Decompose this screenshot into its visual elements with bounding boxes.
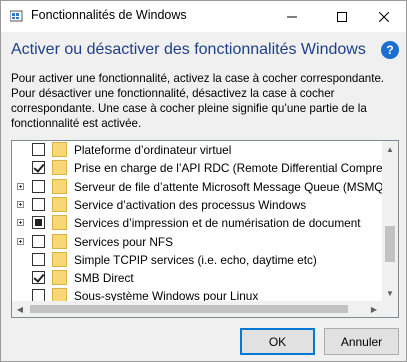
folder-icon [52,142,67,157]
scroll-down-arrow-icon[interactable]: ▼ [382,285,398,301]
folder-icon [52,178,67,194]
feature-label: Simple TCPIP services (i.e. echo, daytim… [74,252,317,267]
help-icon[interactable]: ? [381,41,399,59]
close-icon [379,11,389,22]
page-title: Activer ou désactiver des fonctionnalité… [11,41,366,58]
feature-checkbox[interactable] [32,179,45,193]
vertical-scrollbar[interactable]: ▲ ▼ [382,141,398,301]
folder-icon [52,288,67,301]
feature-row[interactable]: Plateforme d’ordinateur virtuel [12,141,382,159]
ok-button[interactable]: OK [240,328,315,355]
windows-features-icon [10,10,23,22]
minimize-icon [287,16,297,17]
scroll-left-arrow-icon[interactable]: ◀ [12,301,28,317]
feature-checkbox[interactable] [32,216,45,230]
feature-label: Services d’impression et de numérisation… [74,216,361,231]
folder-icon [52,196,67,212]
feature-label: Prise en charge de l’API RDC (Remote Dif… [74,161,382,176]
scroll-up-arrow-icon[interactable]: ▲ [382,141,398,157]
scrollbar-corner [382,301,398,317]
feature-row[interactable]: Prise en charge de l’API RDC (Remote Dif… [12,159,382,177]
feature-checkbox[interactable] [32,197,45,211]
feature-label: Service d’activation des processus Windo… [74,197,307,212]
horizontal-scroll-thumb[interactable] [30,305,348,313]
feature-label: Sous-système Windows pour Linux [74,289,259,301]
folder-icon [52,270,67,286]
maximize-icon [337,11,347,22]
feature-checkbox[interactable] [32,234,45,248]
folder-icon [52,251,67,267]
title-bar[interactable]: Fonctionnalités de Windows [1,1,406,32]
window-title: Fonctionnalités de Windows [31,8,187,22]
folder-icon [52,215,67,231]
dialog-window: Fonctionnalités de Windows Activer ou dé… [0,0,407,362]
horizontal-scrollbar[interactable]: ◀ ▶ [12,301,382,317]
maximize-button[interactable] [319,1,365,32]
feature-checkbox[interactable] [32,289,45,301]
feature-label: Plateforme d’ordinateur virtuel [74,143,232,157]
feature-label: SMB Direct [74,271,134,286]
scroll-right-arrow-icon[interactable]: ▶ [366,301,382,317]
expand-plus-icon[interactable] [17,200,24,208]
expand-plus-icon[interactable] [17,237,24,245]
expand-plus-icon[interactable] [17,219,24,227]
feature-row[interactable]: Service d’activation des processus Windo… [12,196,382,214]
feature-row[interactable]: Services d’impression et de numérisation… [12,214,382,232]
vertical-scroll-thumb[interactable] [385,226,395,262]
close-button[interactable] [361,1,407,32]
folder-icon [52,160,67,176]
feature-label: Serveur de file d’attente Microsoft Mess… [74,179,382,194]
feature-checkbox[interactable] [32,271,45,285]
folder-icon [52,233,67,249]
feature-checkbox[interactable] [32,161,45,175]
feature-row[interactable]: SMB Direct [12,269,382,287]
feature-checkbox[interactable] [32,252,45,266]
feature-label: Services pour NFS [74,234,173,249]
feature-row[interactable]: Simple TCPIP services (i.e. echo, daytim… [12,251,382,269]
feature-row[interactable]: Serveur de file d’attente Microsoft Mess… [12,178,382,196]
feature-row[interactable]: Services pour NFS [12,233,382,251]
minimize-button[interactable] [269,1,315,32]
description-text: Pour activer une fonctionnalité, activez… [11,72,385,130]
features-list: Plateforme d’ordinateur virtuel Prise en … [12,141,382,301]
expand-plus-icon[interactable] [17,182,24,190]
cancel-button[interactable]: Annuler [324,328,399,355]
feature-checkbox[interactable] [32,143,45,156]
feature-row[interactable]: Sous-système Windows pour Linux [12,287,382,301]
features-tree[interactable]: Plateforme d’ordinateur virtuel Prise en … [11,140,399,318]
